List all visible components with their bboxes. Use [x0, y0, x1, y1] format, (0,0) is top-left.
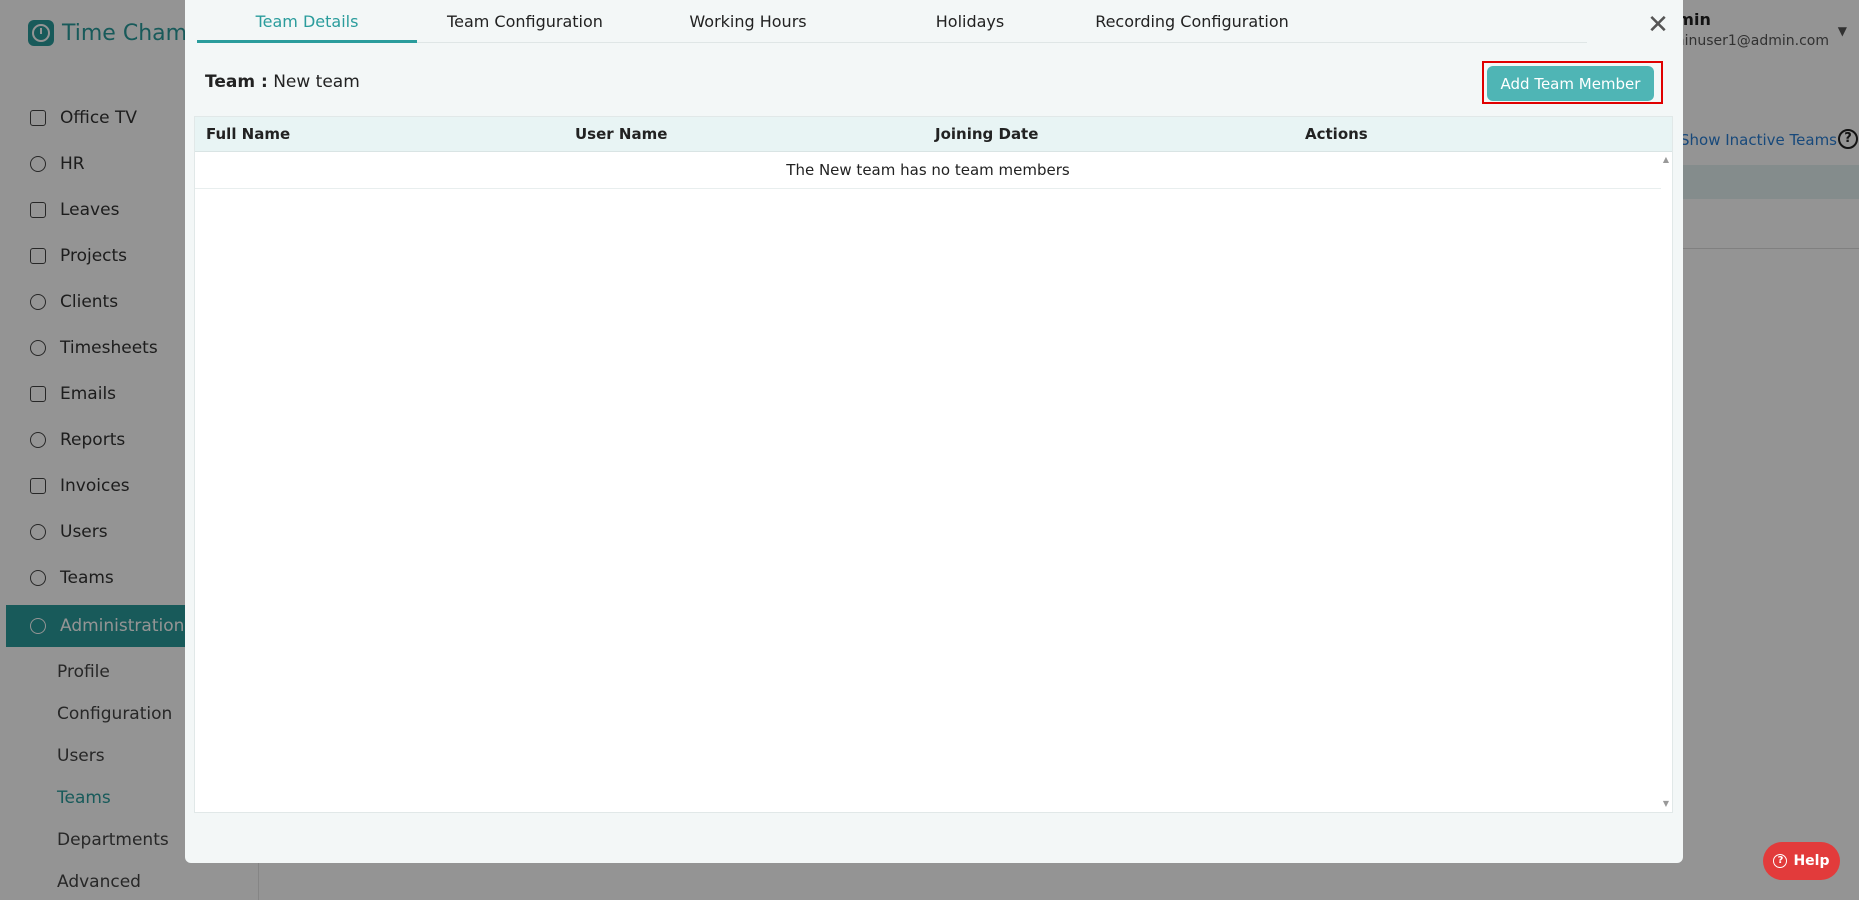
help-label: Help [1793, 853, 1830, 869]
scroll-down-arrow-icon[interactable]: ▼ [1663, 799, 1669, 808]
team-details-modal: Team Details Team Configuration Working … [185, 0, 1683, 863]
question-circle-icon: ? [1773, 854, 1788, 868]
team-label: Team : [205, 72, 268, 92]
team-name: New team [273, 72, 360, 92]
tab-team-details[interactable]: Team Details [197, 0, 417, 43]
column-joining-date[interactable]: Joining Date [935, 117, 1038, 151]
help-button[interactable]: ? Help [1763, 842, 1840, 880]
column-user-name[interactable]: User Name [575, 117, 667, 151]
table-header: Full Name User Name Joining Date Actions [195, 117, 1672, 152]
add-team-member-button[interactable]: Add Team Member [1487, 66, 1654, 101]
tab-recording-configuration[interactable]: Recording Configuration [1077, 0, 1307, 42]
empty-message: The New team has no team members [195, 152, 1661, 189]
column-actions: Actions [1305, 125, 1368, 143]
team-title: Team : New team [205, 72, 360, 92]
scroll-up-arrow-icon[interactable]: ▲ [1663, 155, 1669, 164]
modal-tabs: Team Details Team Configuration Working … [197, 0, 1587, 43]
tab-working-hours[interactable]: Working Hours [633, 0, 863, 42]
tab-team-configuration[interactable]: Team Configuration [417, 0, 633, 42]
team-members-table: Full Name User Name Joining Date Actions… [194, 116, 1673, 813]
column-full-name[interactable]: Full Name [206, 117, 290, 151]
close-icon[interactable]: ✕ [1643, 10, 1673, 40]
tab-holidays[interactable]: Holidays [863, 0, 1077, 42]
add-team-member-highlight: Add Team Member [1482, 61, 1663, 104]
